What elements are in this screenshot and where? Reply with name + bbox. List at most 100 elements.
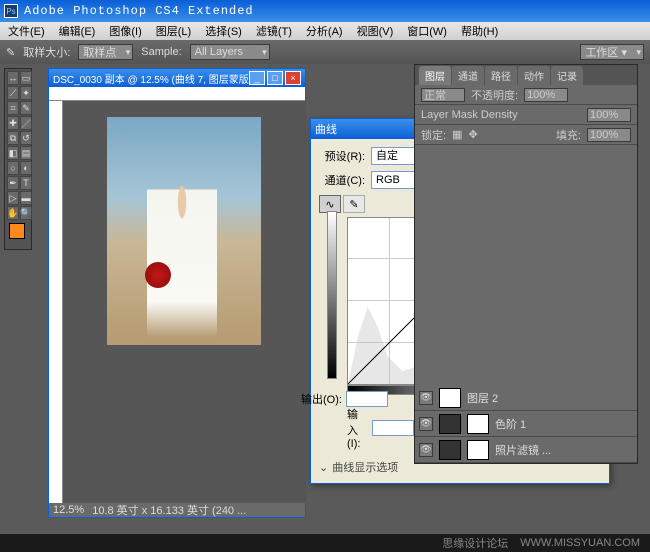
wand-tool-icon[interactable]: ✦: [20, 86, 32, 100]
heal-tool-icon[interactable]: ✚: [7, 116, 19, 130]
layer-item[interactable]: 👁 色阶 1: [415, 411, 637, 437]
sample-label: Sample:: [141, 46, 181, 58]
photo-subject: [147, 157, 217, 337]
layer-item[interactable]: 👁 照片滤镜 ...: [415, 437, 637, 463]
tab-layers[interactable]: 图层: [419, 66, 451, 85]
curves-dialog-title: 曲线: [315, 121, 337, 137]
app-title: Adobe Photoshop CS4 Extended: [24, 4, 254, 18]
tab-history[interactable]: 记录: [551, 66, 583, 85]
lock-position-icon[interactable]: ✥: [468, 128, 477, 141]
layer-name[interactable]: 图层 2: [467, 390, 498, 406]
blend-mode-dropdown[interactable]: 正常: [421, 88, 465, 102]
layer-item[interactable]: 👁 图层 2: [415, 385, 637, 411]
sample-size-label: 取样大小:: [23, 44, 70, 60]
path-tool-icon[interactable]: ▷: [7, 191, 19, 205]
menu-view[interactable]: 视图(V): [357, 23, 394, 39]
channel-label: 通道(C):: [319, 172, 365, 188]
visibility-icon[interactable]: 👁: [419, 443, 433, 457]
crop-tool-icon[interactable]: ⌗: [7, 101, 19, 115]
sample-layers-dropdown[interactable]: All Layers: [190, 44, 270, 60]
visibility-icon[interactable]: 👁: [419, 417, 433, 431]
opacity-field[interactable]: 100%: [524, 88, 568, 102]
document-titlebar[interactable]: DSC_0030 副本 @ 12.5% (曲线 7, 图层蒙版/8) _ □ ×: [49, 69, 305, 87]
workspace-dropdown[interactable]: 工作区 ▾: [580, 44, 644, 60]
zoom-tool-icon[interactable]: 🔍: [20, 206, 32, 220]
input-field[interactable]: [372, 420, 414, 436]
footer-brand: 思缘设计论坛: [442, 535, 508, 551]
layer-name[interactable]: 照片滤镜 ...: [495, 442, 551, 458]
adjustment-thumb[interactable]: [439, 414, 461, 434]
sample-size-dropdown[interactable]: 取样点: [78, 44, 133, 60]
mask-thumb[interactable]: [467, 440, 489, 460]
output-field[interactable]: [346, 391, 388, 407]
doc-dims: 10.8 英寸 x 16.133 英寸 (240 ...: [92, 502, 246, 518]
opacity-label: 不透明度:: [471, 87, 518, 103]
layers-panel: 图层 通道 路径 动作 记录 正常 不透明度: 100% Layer Mask …: [414, 64, 638, 464]
curve-pencil-tool-icon[interactable]: ✎: [343, 195, 365, 213]
document-title: DSC_0030 副本 @ 12.5% (曲线 7, 图层蒙版/8): [53, 71, 249, 86]
menu-window[interactable]: 窗口(W): [407, 23, 447, 39]
eyedrop-tool-icon[interactable]: ✎: [20, 101, 32, 115]
document-statusbar: 12.5% 10.8 英寸 x 16.133 英寸 (240 ...: [49, 503, 305, 517]
ruler-horizontal[interactable]: [49, 87, 305, 101]
layer-thumb[interactable]: [439, 388, 461, 408]
dodge-tool-icon[interactable]: ◐: [20, 161, 32, 175]
mask-thumb[interactable]: [467, 414, 489, 434]
lock-pixels-icon[interactable]: ▦: [452, 128, 462, 141]
menubar: 文件(E) 编辑(E) 图像(I) 图层(L) 选择(S) 滤镜(T) 分析(A…: [0, 22, 650, 40]
color-swatch[interactable]: [7, 221, 32, 247]
lasso-tool-icon[interactable]: ⟋: [7, 86, 19, 100]
eyedropper-tool-icon[interactable]: ✎: [6, 46, 15, 59]
tab-paths[interactable]: 路径: [485, 66, 517, 85]
menu-file[interactable]: 文件(E): [8, 23, 45, 39]
menu-select[interactable]: 选择(S): [205, 23, 242, 39]
fill-field[interactable]: 100%: [587, 128, 631, 142]
pen-tool-icon[interactable]: ✒: [7, 176, 19, 190]
input-label: 输入(I):: [347, 406, 368, 450]
canvas-area[interactable]: [63, 101, 305, 503]
menu-filter[interactable]: 滤镜(T): [256, 23, 292, 39]
mask-density-label: Layer Mask Density: [421, 109, 581, 121]
menu-analysis[interactable]: 分析(A): [306, 23, 343, 39]
foreground-color-swatch[interactable]: [9, 223, 25, 239]
adjustment-thumb[interactable]: [439, 440, 461, 460]
output-label: 输出(O):: [301, 391, 342, 407]
menu-edit[interactable]: 编辑(E): [59, 23, 96, 39]
photo-content: [107, 117, 261, 345]
doc-minimize-button[interactable]: _: [249, 71, 265, 85]
app-titlebar: Ps Adobe Photoshop CS4 Extended: [0, 0, 650, 22]
ruler-vertical[interactable]: [49, 101, 63, 503]
blur-tool-icon[interactable]: ○: [7, 161, 19, 175]
move-tool-icon[interactable]: ↔: [7, 71, 19, 85]
photo-bouquet: [145, 262, 171, 288]
output-gradient: [327, 211, 337, 379]
menu-layer[interactable]: 图层(L): [156, 23, 191, 39]
doc-maximize-button[interactable]: □: [267, 71, 283, 85]
panel-tabs: 图层 通道 路径 动作 记录: [415, 65, 637, 85]
visibility-icon[interactable]: 👁: [419, 391, 433, 405]
preset-label: 预设(R):: [319, 148, 365, 164]
doc-close-button[interactable]: ×: [285, 71, 301, 85]
brush-tool-icon[interactable]: ／: [20, 116, 32, 130]
hand-tool-icon[interactable]: ✋: [7, 206, 19, 220]
gradient-tool-icon[interactable]: ▤: [20, 146, 32, 160]
document-window: DSC_0030 副本 @ 12.5% (曲线 7, 图层蒙版/8) _ □ ×…: [48, 68, 306, 518]
eraser-tool-icon[interactable]: ◧: [7, 146, 19, 160]
mask-density-field[interactable]: 100%: [587, 108, 631, 122]
shape-tool-icon[interactable]: ▬: [20, 191, 32, 205]
history-tool-icon[interactable]: ↺: [20, 131, 32, 145]
fill-label: 填充:: [556, 127, 581, 143]
page-footer: 思缘设计论坛 WWW.MISSYUAN.COM: [0, 534, 650, 552]
zoom-level[interactable]: 12.5%: [53, 504, 84, 516]
menu-help[interactable]: 帮助(H): [461, 23, 498, 39]
marquee-tool-icon[interactable]: ▭: [20, 71, 32, 85]
layer-list: 👁 图层 2 👁 色阶 1 👁 照片滤镜 ...: [415, 385, 637, 463]
tab-channels[interactable]: 通道: [452, 66, 484, 85]
stamp-tool-icon[interactable]: ⧉: [7, 131, 19, 145]
tab-actions[interactable]: 动作: [518, 66, 550, 85]
footer-url: WWW.MISSYUAN.COM: [520, 537, 640, 549]
menu-image[interactable]: 图像(I): [109, 23, 141, 39]
type-tool-icon[interactable]: T: [20, 176, 32, 190]
layer-name[interactable]: 色阶 1: [495, 416, 526, 432]
toolbox: ↔ ▭ ⟋ ✦ ⌗ ✎ ✚ ／ ⧉ ↺ ◧ ▤ ○ ◐ ✒ T ▷ ▬ ✋ 🔍: [4, 68, 32, 250]
